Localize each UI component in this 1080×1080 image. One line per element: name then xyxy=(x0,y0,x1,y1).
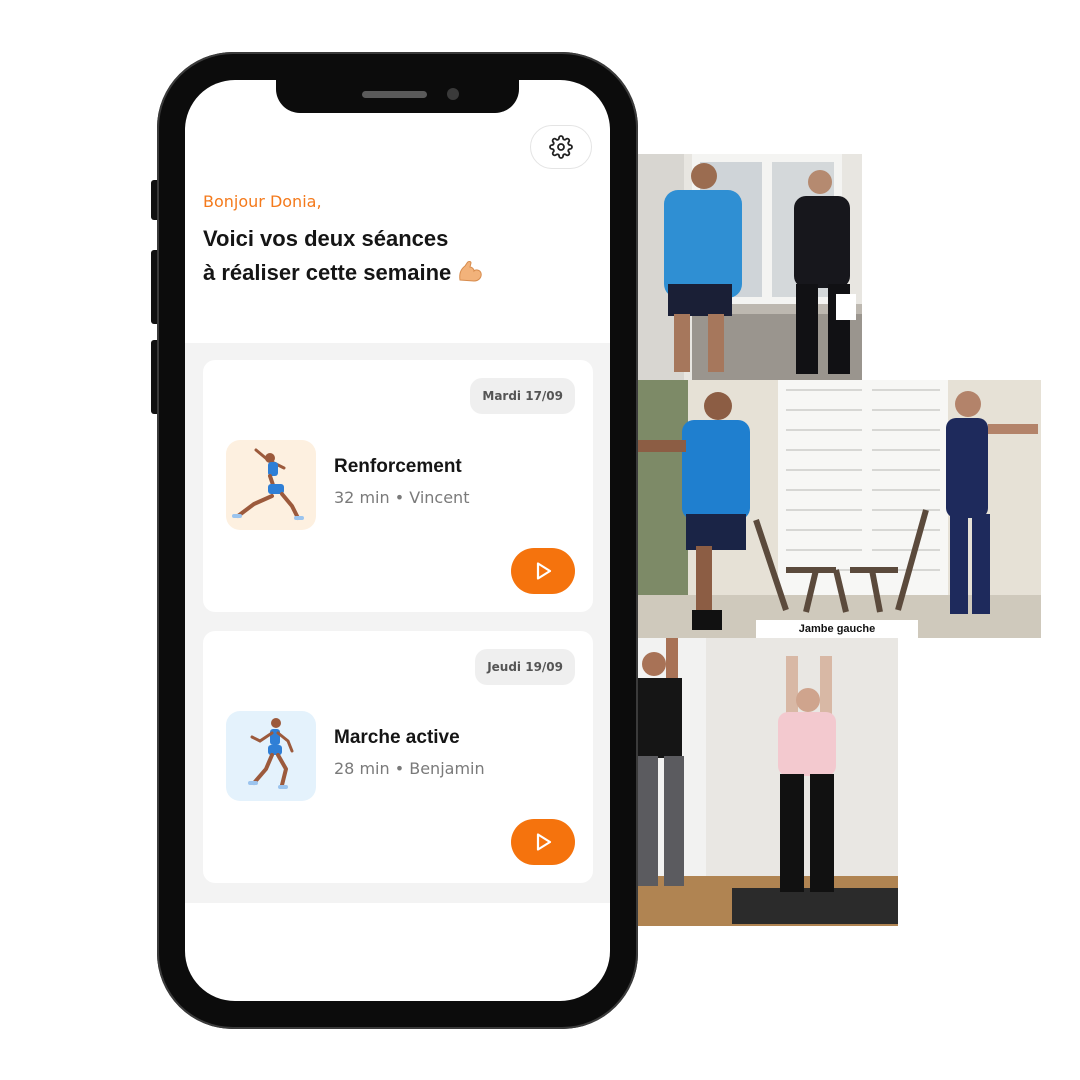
lunge-athlete-illustration xyxy=(232,448,304,520)
page-title-line-2: à réaliser cette semaine xyxy=(203,256,593,290)
page-title-line-2-text: à réaliser cette semaine xyxy=(203,260,452,285)
session-title: Renforcement xyxy=(334,456,462,477)
session-title: Marche active xyxy=(334,727,460,748)
page-title: Voici vos deux séances à réaliser cette … xyxy=(203,222,593,290)
photo-caption: Jambe gauche xyxy=(756,620,918,638)
exercise-photo-stretch xyxy=(636,154,862,382)
session-thumbnail xyxy=(226,440,316,530)
exercise-photo-chair: Jambe gauche xyxy=(636,380,1041,638)
page-title-line-1: Voici vos deux séances xyxy=(203,226,449,251)
front-camera xyxy=(447,88,459,100)
session-date-badge: Jeudi 19/09 xyxy=(475,649,575,685)
session-meta: 28 min • Benjamin xyxy=(334,759,485,778)
session-card[interactable]: Mardi 17/09 Renforcement 32 min • Vincen… xyxy=(203,360,593,612)
app-screen: Bonjour Donia, Voici vos deux séances à … xyxy=(185,80,610,1001)
sessions-panel: Mardi 17/09 Renforcement 32 min • Vincen… xyxy=(185,343,610,903)
gear-icon xyxy=(549,135,573,159)
phone-notch xyxy=(276,80,519,113)
play-icon xyxy=(536,833,552,851)
session-date-badge: Mardi 17/09 xyxy=(470,378,575,414)
phone-frame: Bonjour Donia, Voici vos deux séances à … xyxy=(157,52,638,1029)
play-icon xyxy=(536,562,552,580)
exercise-photo-arms-up xyxy=(636,638,898,926)
session-meta: 32 min • Vincent xyxy=(334,488,470,507)
session-thumbnail xyxy=(226,711,316,801)
session-card[interactable]: Jeudi 19/09 Marche active 28 min • Benja… xyxy=(203,631,593,883)
runner-illustration xyxy=(248,718,294,789)
play-session-button[interactable] xyxy=(511,819,575,865)
greeting-text: Bonjour Donia, xyxy=(203,192,322,211)
flexed-biceps-icon xyxy=(459,261,482,282)
settings-button[interactable] xyxy=(530,125,592,169)
speaker-grille xyxy=(362,91,427,98)
play-session-button[interactable] xyxy=(511,548,575,594)
